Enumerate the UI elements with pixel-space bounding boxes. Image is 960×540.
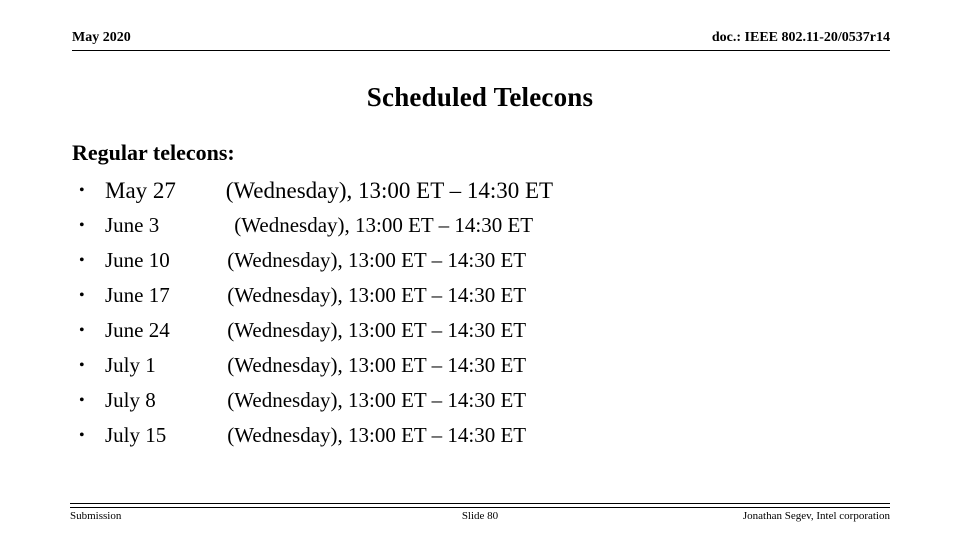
telecon-date: June 24 xyxy=(105,318,170,342)
list-item: • July 1 (Wednesday), 13:00 ET – 14:30 E… xyxy=(72,348,892,383)
list-item: • June 17 (Wednesday), 13:00 ET – 14:30 … xyxy=(72,278,892,313)
footer-divider-lower xyxy=(70,507,890,508)
telecon-list: • May 27 (Wednesday), 13:00 ET – 14:30 E… xyxy=(72,173,892,453)
bullet-icon: • xyxy=(79,182,85,199)
bullet-icon: • xyxy=(79,217,85,234)
telecon-detail: (Wednesday), 13:00 ET – 14:30 ET xyxy=(227,423,527,447)
list-item: • June 24 (Wednesday), 13:00 ET – 14:30 … xyxy=(72,313,892,348)
footer-divider-upper xyxy=(70,503,890,504)
bullet-icon: • xyxy=(79,322,85,339)
telecon-detail: (Wednesday), 13:00 ET – 14:30 ET xyxy=(227,318,527,342)
telecon-date: July 15 xyxy=(105,423,167,447)
header-date: May 2020 xyxy=(72,30,131,45)
telecon-detail: (Wednesday), 13:00 ET – 14:30 ET xyxy=(234,213,534,237)
list-item: • June 10 (Wednesday), 13:00 ET – 14:30 … xyxy=(72,243,892,278)
telecon-date: June 10 xyxy=(105,248,170,272)
header-document-id: doc.: IEEE 802.11-20/0537r14 xyxy=(711,30,890,45)
bullet-icon: • xyxy=(79,287,85,304)
telecon-detail: (Wednesday), 13:00 ET – 14:30 ET xyxy=(227,248,527,272)
bullet-icon: • xyxy=(79,252,85,269)
footer-author: Jonathan Segev, Intel corporation xyxy=(742,510,890,522)
telecon-date: July 8 xyxy=(105,388,156,412)
slide-footer: Submission Slide 80 Jonathan Segev, Inte… xyxy=(70,510,890,526)
telecon-detail: (Wednesday), 13:00 ET – 14:30 ET xyxy=(227,353,527,377)
bullet-icon: • xyxy=(79,392,85,409)
telecon-date: May 27 xyxy=(105,178,176,203)
list-item: • June 3 (Wednesday), 13:00 ET – 14:30 E… xyxy=(72,208,892,243)
telecon-date: June 17 xyxy=(105,283,170,307)
telecon-detail: (Wednesday), 13:00 ET – 14:30 ET xyxy=(227,283,527,307)
telecon-detail: (Wednesday), 13:00 ET – 14:30 ET xyxy=(225,178,554,203)
page-title: Scheduled Telecons xyxy=(366,82,594,112)
list-item: • July 15 (Wednesday), 13:00 ET – 14:30 … xyxy=(72,418,892,453)
telecon-detail: (Wednesday), 13:00 ET – 14:30 ET xyxy=(227,388,527,412)
telecon-date: July 1 xyxy=(105,353,156,377)
bullet-icon: • xyxy=(79,427,85,444)
slide-header: May 2020 doc.: IEEE 802.11-20/0537r14 xyxy=(72,30,890,52)
telecon-date: June 3 xyxy=(105,213,160,237)
bullet-icon: • xyxy=(79,357,85,374)
slide-body: Regular telecons: • May 27 (Wednesday), … xyxy=(72,138,892,453)
body-heading: Regular telecons: xyxy=(72,140,235,165)
list-item: • July 8 (Wednesday), 13:00 ET – 14:30 E… xyxy=(72,383,892,418)
list-item: • May 27 (Wednesday), 13:00 ET – 14:30 E… xyxy=(72,173,892,208)
header-divider xyxy=(72,50,890,51)
